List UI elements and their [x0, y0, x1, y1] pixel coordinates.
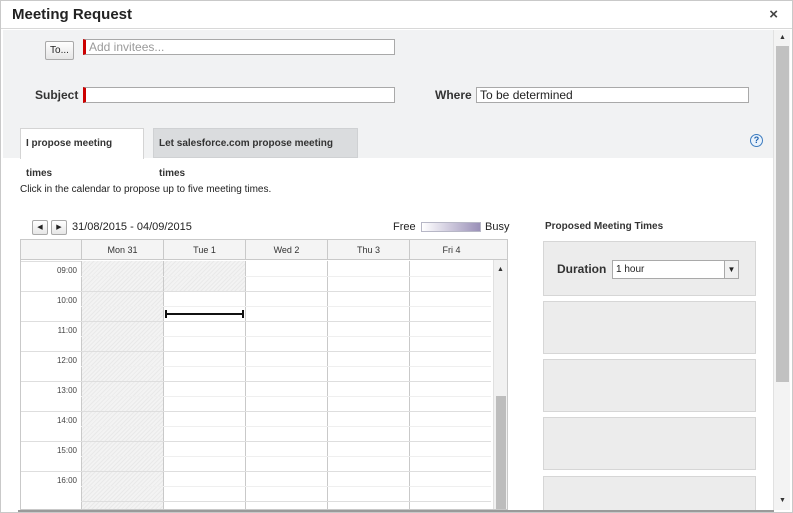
where-label: Where	[435, 88, 472, 102]
hour-line	[81, 321, 491, 322]
time-label-0900: 09:00	[21, 261, 81, 291]
calendar-scroll-up-icon[interactable]: ▲	[497, 266, 504, 273]
day-column-tue[interactable]	[163, 291, 245, 509]
prev-week-button[interactable]: ◀	[32, 220, 48, 235]
day-column-fri[interactable]	[409, 261, 491, 509]
duration-value: 1 hour	[616, 264, 645, 275]
dialog-scroll-thumb[interactable]	[776, 46, 789, 382]
half-hour-line	[81, 396, 491, 397]
scroll-down-icon[interactable]: ▼	[779, 497, 786, 504]
half-hour-line	[81, 486, 491, 487]
calendar-scrollbar[interactable]: ▲	[493, 260, 507, 509]
day-header-mon: Mon 31	[81, 240, 163, 260]
bottom-border	[18, 510, 774, 512]
calendar-header: Mon 31 Tue 1 Wed 2 Thu 3 Fri 4	[21, 240, 507, 260]
hour-line	[81, 291, 491, 292]
calendar-body[interactable]: 09:00 10:00 11:00 12:00 13:00 14:00 15:0…	[21, 261, 491, 509]
dialog-titlebar: Meeting Request ×	[1, 1, 792, 29]
next-week-button[interactable]: ▶	[51, 220, 67, 235]
duration-select[interactable]: 1 hour ▼	[612, 260, 739, 279]
proposed-slot-1[interactable]	[543, 301, 756, 354]
dialog-scrollbar[interactable]: ▲ ▼	[773, 30, 790, 510]
duration-panel: Duration 1 hour ▼	[543, 241, 756, 296]
half-hour-line	[81, 336, 491, 337]
where-field[interactable]: To be determined	[476, 87, 749, 103]
chevron-down-icon[interactable]: ▼	[724, 261, 738, 278]
half-hour-line	[81, 426, 491, 427]
time-header-cell	[21, 240, 81, 260]
instructions-text: Click in the calendar to propose up to f…	[20, 184, 272, 195]
hour-line	[81, 501, 491, 502]
hour-line	[81, 471, 491, 472]
invitees-field[interactable]: Add invitees...	[83, 39, 395, 55]
day-column-thu[interactable]	[327, 261, 409, 509]
half-hour-line	[81, 306, 491, 307]
current-time-marker	[165, 310, 244, 318]
dialog-title: Meeting Request	[12, 6, 133, 23]
half-hour-line	[81, 456, 491, 457]
hour-line	[81, 381, 491, 382]
to-button[interactable]: To...	[45, 41, 74, 60]
tab-i-propose[interactable]: I propose meeting times	[20, 128, 144, 179]
subject-label: Subject	[35, 88, 79, 102]
day-column-mon[interactable]	[81, 261, 163, 509]
date-range: 31/08/2015 - 04/09/2015	[72, 221, 192, 233]
proposed-slot-3[interactable]	[543, 417, 756, 470]
time-label-1400: 14:00	[21, 411, 81, 441]
scroll-up-icon[interactable]: ▲	[779, 34, 786, 41]
legend-busy-label: Busy	[485, 221, 510, 233]
day-header-tue: Tue 1	[163, 240, 245, 260]
close-icon[interactable]: ×	[769, 6, 778, 23]
calendar-grid[interactable]: Mon 31 Tue 1 Wed 2 Thu 3 Fri 4 09:00 10:…	[20, 239, 508, 510]
time-label-1500: 15:00	[21, 441, 81, 471]
time-label-1600: 16:00	[21, 471, 81, 501]
proposed-slot-2[interactable]	[543, 359, 756, 412]
day-header-wed: Wed 2	[245, 240, 327, 260]
tab-bar: I propose meeting times Let salesforce.c…	[3, 128, 773, 179]
proposed-times-title: Proposed Meeting Times	[545, 221, 664, 232]
legend-free-label: Free	[393, 221, 416, 233]
time-label-1300: 13:00	[21, 381, 81, 411]
hour-line	[81, 441, 491, 442]
proposed-slot-4[interactable]	[543, 476, 756, 510]
availability-legend	[421, 222, 481, 232]
help-icon[interactable]: ?	[750, 134, 763, 147]
dialog-content: To... Add invitees... Subject Where To b…	[3, 30, 773, 510]
day-header-fri: Fri 4	[409, 240, 493, 260]
tab-salesforce-propose[interactable]: Let salesforce.com propose meeting times	[153, 128, 358, 179]
half-hour-line	[81, 366, 491, 367]
subject-field[interactable]	[83, 87, 395, 103]
day-column-wed[interactable]	[245, 261, 327, 509]
day-header-thu: Thu 3	[327, 240, 409, 260]
hour-line	[81, 351, 491, 352]
calendar-scroll-thumb[interactable]	[496, 396, 506, 509]
duration-label: Duration	[557, 262, 607, 276]
time-label-1100: 11:00	[21, 321, 81, 351]
time-label-1000: 10:00	[21, 291, 81, 321]
half-hour-line	[81, 276, 491, 277]
hour-line	[81, 411, 491, 412]
time-label-1200: 12:00	[21, 351, 81, 381]
meeting-request-dialog: Meeting Request × To... Add invitees... …	[0, 0, 793, 513]
